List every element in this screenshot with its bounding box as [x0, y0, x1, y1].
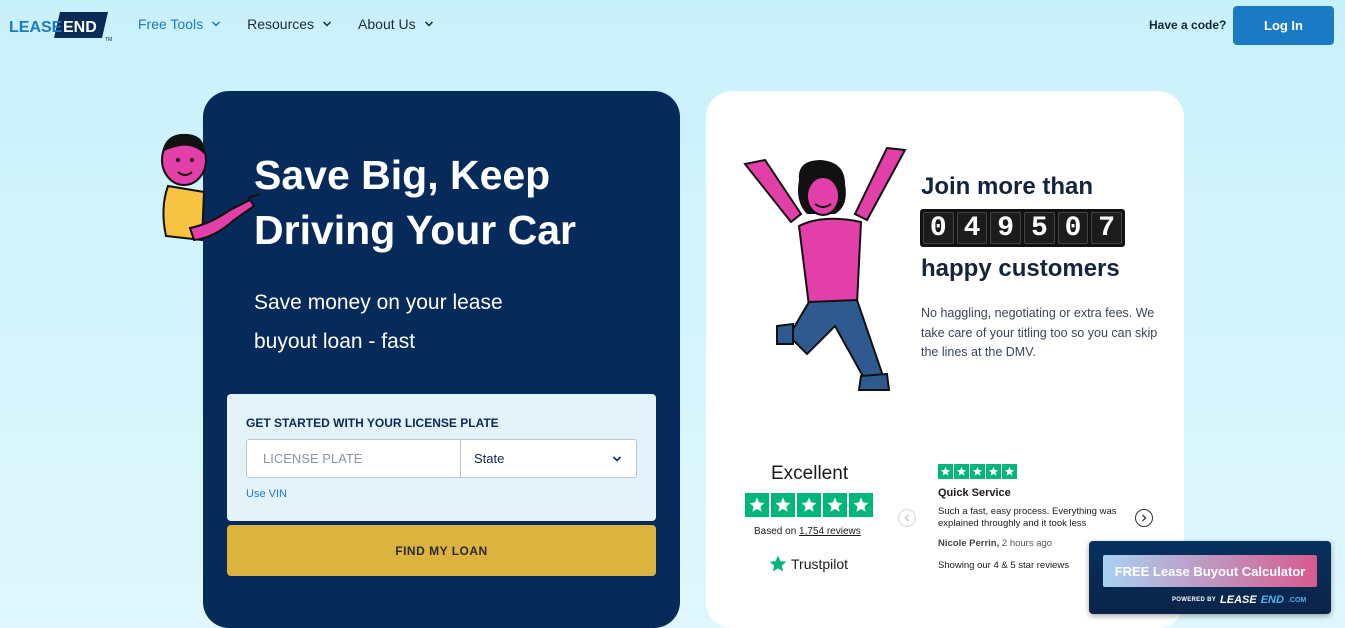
- trustpilot-logo[interactable]: Trustpilot: [768, 554, 848, 574]
- star-icon: [797, 493, 821, 517]
- use-vin-link[interactable]: Use VIN: [246, 488, 287, 500]
- trustpilot-brand: Trustpilot: [791, 556, 849, 572]
- nav-resources-label: Resources: [247, 16, 315, 32]
- buyout-calculator-button[interactable]: FREE Lease Buyout Calculator: [1103, 555, 1317, 587]
- hero-subtitle-line-1: Save money on your lease: [254, 291, 503, 314]
- happy-customers-text: happy customers: [921, 255, 1120, 282]
- star-icon: [849, 493, 873, 517]
- chevron-right-icon: [1142, 514, 1147, 522]
- counter-digit: 0: [923, 212, 954, 244]
- chevron-down-icon: [424, 21, 433, 27]
- customers-description: No haggling, negotiating or extra fees. …: [921, 306, 1158, 359]
- chevron-down-icon: [212, 21, 221, 27]
- counter-digit: 9: [990, 212, 1022, 244]
- license-plate-input[interactable]: [247, 440, 461, 477]
- jumping-woman-illustration: [743, 146, 907, 391]
- star-icon: [970, 464, 985, 479]
- main-nav: Free Tools Resources About Us: [138, 16, 434, 32]
- review-prev-button[interactable]: [898, 509, 916, 527]
- plate-input-group: State: [246, 439, 637, 478]
- review-title[interactable]: Quick Service: [938, 487, 1011, 499]
- trustpilot-star-icon: [769, 555, 787, 572]
- hero-title-line-1: Save Big, Keep: [254, 152, 551, 198]
- chevron-left-icon: [904, 514, 909, 522]
- nav-about-us[interactable]: About Us: [358, 16, 434, 32]
- star-icon: [954, 464, 969, 479]
- star-icon: [745, 493, 769, 517]
- star-icon: [1002, 464, 1017, 479]
- nav-free-tools-label: Free Tools: [138, 16, 204, 32]
- counter-digit: 5: [1024, 212, 1055, 244]
- reviews-count-link[interactable]: 1,754 reviews: [799, 526, 861, 537]
- powered-brand-lease: LEASE: [1220, 594, 1257, 606]
- trustpilot-stars: [745, 493, 873, 517]
- star-icon: [938, 464, 953, 479]
- star-icon: [823, 493, 847, 517]
- star-icon: [771, 493, 795, 517]
- join-more-than-text: Join more than: [921, 173, 1094, 200]
- nav-resources[interactable]: Resources: [247, 16, 332, 32]
- review-author-name: Nicole Perrin,: [938, 538, 1000, 549]
- review-showing-note: Showing our 4 & 5 star reviews: [938, 560, 1069, 571]
- logo-text-end: END: [63, 19, 97, 36]
- hero-subtitle: Save money on your lease buyout loan - f…: [254, 283, 584, 361]
- review-text: Such a fast, easy process. Everything wa…: [938, 506, 1117, 529]
- counter-digit: 0: [1057, 212, 1089, 244]
- state-select-label: State: [474, 451, 505, 466]
- hero-title: Save Big, Keep Driving Your Car: [254, 148, 654, 258]
- find-my-loan-button[interactable]: FIND MY LOAN: [227, 525, 656, 576]
- powered-brand-end: END: [1260, 594, 1284, 606]
- trustpilot-based-on: Based on 1,754 reviews: [754, 526, 861, 537]
- chevron-down-icon: [612, 455, 622, 462]
- site-header: LEASE END TM Free Tools Resources About …: [0, 0, 1345, 50]
- plate-form-heading: GET STARTED WITH YOUR LICENSE PLATE: [246, 416, 499, 430]
- hero-subtitle-line-2: buyout loan - fast: [254, 330, 416, 353]
- star-icon: [986, 464, 1001, 479]
- powered-by-leaseend: POWERED BY LEASE END .COM: [1172, 594, 1306, 606]
- nav-about-us-label: About Us: [358, 16, 416, 32]
- logo-text-lease: LEASE: [9, 19, 63, 36]
- login-button[interactable]: Log In: [1233, 6, 1334, 45]
- leaseend-logo[interactable]: LEASE END TM: [8, 10, 116, 42]
- nav-free-tools[interactable]: Free Tools: [138, 16, 221, 32]
- customer-counter: 0 4 9 5 0 7: [920, 209, 1125, 247]
- review-time: 2 hours ago: [1001, 538, 1053, 549]
- chevron-down-icon: [323, 21, 332, 27]
- have-a-code-link[interactable]: Have a code?: [1149, 18, 1226, 32]
- review-next-button[interactable]: [1135, 509, 1153, 527]
- powered-by-label: POWERED BY: [1172, 597, 1217, 603]
- counter-digit: 7: [1091, 212, 1123, 244]
- pointing-man-illustration: [161, 133, 261, 242]
- review-stars: [938, 464, 1017, 479]
- review-author: Nicole Perrin, 2 hours ago: [938, 538, 1052, 549]
- hero-title-line-2: Driving Your Car: [254, 207, 576, 253]
- trustpilot-rating-word: Excellent: [771, 463, 849, 484]
- counter-digit: 4: [956, 212, 988, 244]
- based-on-prefix: Based on: [754, 526, 800, 537]
- powered-brand-suffix: .COM: [1287, 596, 1307, 604]
- state-select[interactable]: State: [461, 440, 636, 477]
- logo-tm: TM: [105, 37, 112, 42]
